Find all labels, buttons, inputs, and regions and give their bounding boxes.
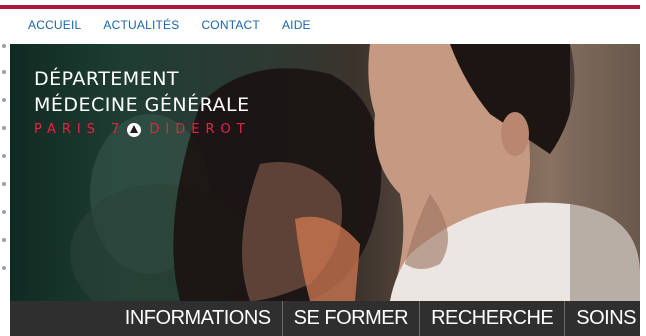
mainnav-se-former[interactable]: SE FORMER <box>281 301 419 336</box>
top-accent-rule <box>0 5 640 9</box>
brand-line-2: MÉDECINE GÉNÉRALE <box>34 94 250 116</box>
mainnav-informations[interactable]: INFORMATIONS <box>114 301 282 336</box>
mainnav-recherche[interactable]: RECHERCHE <box>419 301 564 336</box>
left-edge-decoration <box>0 40 10 300</box>
topnav-contact-link[interactable]: CONTACT <box>201 18 260 32</box>
topnav-aide-link[interactable]: AIDE <box>282 18 311 32</box>
brand-logo-block[interactable]: DÉPARTEMENT MÉDECINE GÉNÉRALE PARIS 7 DI… <box>34 66 251 137</box>
topnav-accueil-link[interactable]: ACCUEIL <box>28 18 81 32</box>
university-emblem-icon <box>127 122 142 137</box>
brand-subtitle: PARIS 7 DIDEROT <box>34 122 251 137</box>
main-navigation-bar: INFORMATIONS SE FORMER RECHERCHE SOINS <box>10 301 640 336</box>
brand-sub-left: PARIS 7 <box>34 122 126 137</box>
brand-sub-right: DIDEROT <box>149 122 251 137</box>
hero-banner-image: DÉPARTEMENT MÉDECINE GÉNÉRALE PARIS 7 DI… <box>10 44 640 301</box>
brand-line-1: DÉPARTEMENT <box>34 68 180 90</box>
top-navigation: ACCUEIL ACTUALITÉS CONTACT AIDE <box>28 18 311 32</box>
topnav-actualites-link[interactable]: ACTUALITÉS <box>103 18 179 32</box>
mainnav-soins[interactable]: SOINS <box>564 301 640 336</box>
